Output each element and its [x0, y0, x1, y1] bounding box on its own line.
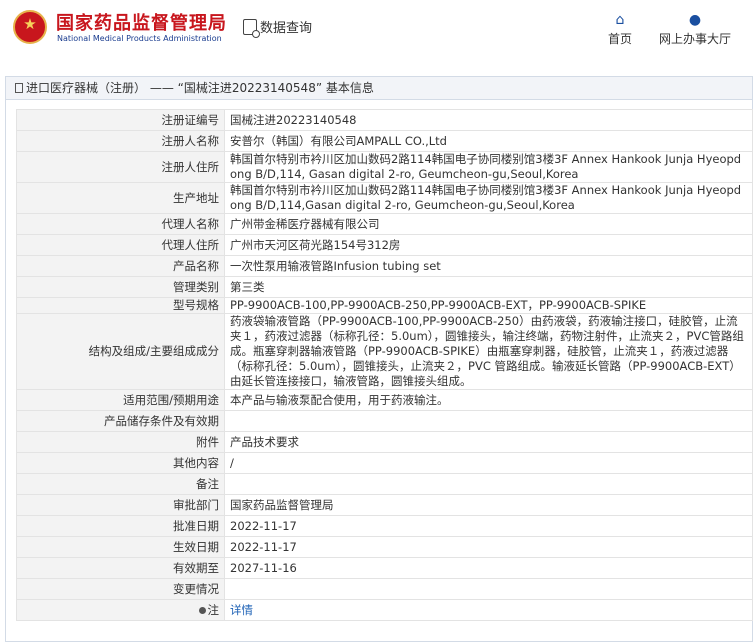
home-icon: ⌂ [615, 12, 625, 28]
national-emblem-logo [13, 10, 47, 44]
field-value: 韩国首尔特别市衿川区加山数码2路114韩国电子协同楼别馆3楼3F Annex H… [224, 182, 753, 214]
field-label: 有效期至 [16, 557, 225, 579]
field-value: 广州带金稀医疗器械有限公司 [224, 213, 753, 235]
table-row: 有效期至 2027-11-16 [16, 557, 753, 579]
field-label: 管理类别 [16, 276, 225, 298]
data-query-label: 数据查询 [260, 21, 313, 36]
field-label: 注册证编号 [16, 109, 225, 131]
field-label: 代理人名称 [16, 213, 225, 235]
field-value: 第三类 [224, 276, 753, 298]
table-row: 注册人名称 安普尔（韩国）有限公司AMPALL CO.,Ltd [16, 130, 753, 152]
table-row: 产品储存条件及有效期 [16, 410, 753, 432]
field-label: 产品储存条件及有效期 [16, 410, 225, 432]
field-label: 备注 [16, 473, 225, 495]
info-panel: 进口医疗器械（注册） —— “国械注进20223140548” 基本信息 注册证… [5, 76, 753, 642]
bulb-icon [198, 606, 206, 614]
field-value: 2022-11-17 [224, 536, 753, 558]
field-label: 注册人住所 [16, 151, 225, 183]
user-icon: ● [688, 12, 702, 28]
table-row: 生产地址 韩国首尔特别市衿川区加山数码2路114韩国电子协同楼别馆3楼3F Ann… [16, 182, 753, 214]
field-label: 注册人名称 [16, 130, 225, 152]
field-label: 结构及组成/主要组成成分 [16, 313, 225, 390]
document-icon [15, 83, 23, 93]
field-value [224, 578, 753, 600]
field-value: 本产品与输液泵配合使用，用于药液输注。 [224, 389, 753, 411]
nav-online-service-label: 网上办事大厅 [658, 32, 731, 46]
registration-info-table: 注册证编号 国械注进20223140548 注册人名称 安普尔（韩国）有限公司AMPA… [16, 109, 753, 621]
breadcrumb-text: 进口医疗器械（注册） —— “国械注进20223140548” 基本信息 [26, 81, 374, 95]
field-value: 2027-11-16 [224, 557, 753, 579]
search-document-icon [243, 19, 260, 38]
field-label: 代理人住所 [16, 234, 225, 256]
table-row: 附件 产品技术要求 [16, 431, 753, 453]
field-value: PP-9900ACB-100,PP-9900ACB-250,PP-9900ACB… [224, 297, 753, 314]
table-row: 型号规格 PP-9900ACB-100,PP-9900ACB-250,PP-990… [16, 297, 753, 314]
brand-name-cn: 国家药品监督管理局 [56, 13, 227, 34]
field-label: 附件 [16, 431, 225, 453]
field-label: 审批部门 [16, 494, 225, 516]
table-row: 注册人住所 韩国首尔特别市衿川区加山数码2路114韩国电子协同楼别馆3楼3F An… [16, 151, 753, 183]
table-row: 代理人住所 广州市天河区荷光路154号312房 [16, 234, 753, 256]
details-link[interactable]: 详情 [230, 603, 253, 617]
table-row: 生效日期 2022-11-17 [16, 536, 753, 558]
field-value: 药液袋输液管路（PP-9900ACB-100,PP-9900ACB-250）由药… [224, 313, 753, 390]
field-label: 其他内容 [16, 452, 225, 474]
site-header: 国家药品监督管理局 National Medical Products Admi… [0, 0, 754, 60]
table-row: 注册证编号 国械注进20223140548 [16, 109, 753, 131]
table-row: 适用范围/预期用途 本产品与输液泵配合使用，用于药液输注。 [16, 389, 753, 411]
table-row: 结构及组成/主要组成成分 药液袋输液管路（PP-9900ACB-100,PP-99… [16, 313, 753, 390]
table-row: 备注 [16, 473, 753, 495]
note-label: 注 [207, 602, 220, 617]
field-value: 广州市天河区荷光路154号312房 [224, 234, 753, 256]
field-label: 适用范围/预期用途 [16, 389, 225, 411]
field-value [224, 410, 753, 432]
table-row: 代理人名称 广州带金稀医疗器械有限公司 [16, 213, 753, 235]
field-value: 国家药品监督管理局 [224, 494, 753, 516]
field-value: 韩国首尔特别市衿川区加山数码2路114韩国电子协同楼别馆3楼3F Annex H… [224, 151, 753, 183]
table-row: 产品名称 一次性泵用输液管路Infusion tubing set [16, 255, 753, 277]
field-value: 一次性泵用输液管路Infusion tubing set [224, 255, 753, 277]
field-value: / [224, 452, 753, 474]
field-label: 型号规格 [16, 297, 225, 314]
table-row: 其他内容 / [16, 452, 753, 474]
table-row: 批准日期 2022-11-17 [16, 515, 753, 537]
field-label: 生效日期 [16, 536, 225, 558]
field-value: 国械注进20223140548 [224, 109, 753, 131]
note-value-cell: 详情 [224, 599, 753, 621]
table-row: 审批部门 国家药品监督管理局 [16, 494, 753, 516]
nav-home[interactable]: ⌂ 首页 [604, 12, 636, 47]
nav-online-service-hall[interactable]: ● 网上办事大厅 [656, 12, 734, 47]
brand-name-en: National Medical Products Administration [57, 34, 222, 43]
table-row: 管理类别 第三类 [16, 276, 753, 298]
field-value: 安普尔（韩国）有限公司AMPALL CO.,Ltd [224, 130, 753, 152]
field-value [224, 473, 753, 495]
nav-home-label: 首页 [607, 32, 632, 46]
breadcrumb: 进口医疗器械（注册） —— “国械注进20223140548” 基本信息 [6, 77, 752, 100]
field-label: 生产地址 [16, 182, 225, 214]
table-row: 变更情况 [16, 578, 753, 600]
note-row: 注详情 [16, 599, 753, 621]
field-label: 批准日期 [16, 515, 225, 537]
field-value: 产品技术要求 [224, 431, 753, 453]
note-label-cell: 注 [16, 599, 225, 621]
field-label: 变更情况 [16, 578, 225, 600]
data-query-link[interactable]: 数据查询 [243, 17, 313, 38]
field-label: 产品名称 [16, 255, 225, 277]
field-value: 2022-11-17 [224, 515, 753, 537]
